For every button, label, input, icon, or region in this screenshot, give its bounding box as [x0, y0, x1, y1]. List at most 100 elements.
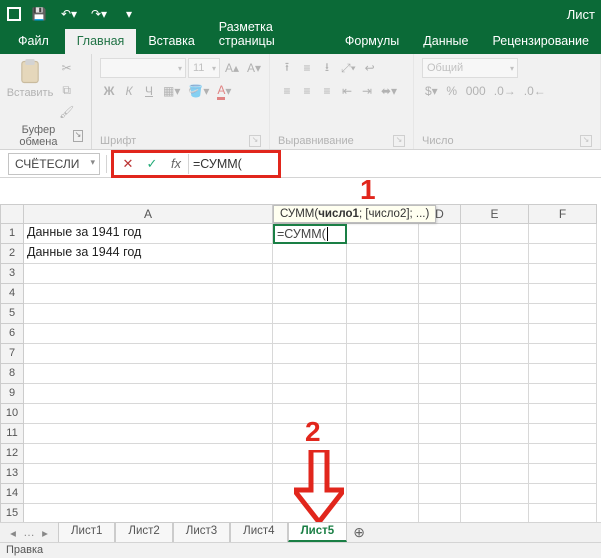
cell[interactable] [347, 504, 419, 522]
cell[interactable] [529, 224, 597, 244]
cell[interactable] [529, 464, 597, 484]
cell[interactable] [419, 444, 461, 464]
cell[interactable] [529, 504, 597, 522]
row-header[interactable]: 5 [0, 304, 24, 324]
cell[interactable] [347, 384, 419, 404]
cell[interactable] [273, 324, 347, 344]
cell[interactable] [347, 284, 419, 304]
cell[interactable] [347, 464, 419, 484]
sheet-tab[interactable]: Лист3 [173, 522, 230, 542]
tab-insert[interactable]: Вставка [136, 29, 206, 54]
col-header[interactable]: F [529, 204, 597, 224]
clipboard-launcher-icon[interactable]: ↘ [73, 130, 83, 142]
row-header[interactable]: 4 [0, 284, 24, 304]
sheet-nav-next-icon[interactable]: ▸ [38, 526, 52, 540]
cell[interactable] [419, 224, 461, 244]
cell[interactable] [419, 264, 461, 284]
cell[interactable] [461, 244, 529, 264]
row-header[interactable]: 9 [0, 384, 24, 404]
tab-review[interactable]: Рецензирование [480, 29, 601, 54]
cell[interactable] [529, 344, 597, 364]
row-header[interactable]: 6 [0, 324, 24, 344]
active-cell[interactable]: =СУММ( [273, 224, 347, 244]
row-header[interactable]: 1 [0, 224, 24, 244]
cell[interactable] [24, 304, 273, 324]
cell[interactable] [461, 304, 529, 324]
cell[interactable] [24, 424, 273, 444]
select-all-corner[interactable] [0, 204, 24, 224]
number-launcher-icon[interactable]: ↘ [580, 135, 592, 147]
cell[interactable] [273, 244, 347, 264]
cell[interactable] [24, 504, 273, 522]
cell[interactable] [273, 384, 347, 404]
tab-home[interactable]: Главная [65, 29, 137, 54]
cell[interactable] [347, 304, 419, 324]
tab-formulas[interactable]: Формулы [333, 29, 411, 54]
cell[interactable] [419, 284, 461, 304]
cell[interactable] [347, 244, 419, 264]
cell[interactable] [461, 224, 529, 244]
cell[interactable] [24, 284, 273, 304]
add-sheet-button[interactable]: ⊕ [347, 523, 371, 542]
cell[interactable] [24, 444, 273, 464]
cell[interactable] [419, 464, 461, 484]
redo-icon[interactable]: ↷▾ [88, 4, 110, 24]
tab-data[interactable]: Данные [411, 29, 480, 54]
cell[interactable] [419, 304, 461, 324]
row-header[interactable]: 12 [0, 444, 24, 464]
col-header[interactable]: A [24, 204, 273, 224]
cell[interactable] [461, 344, 529, 364]
cell[interactable] [347, 404, 419, 424]
cell[interactable] [347, 344, 419, 364]
sheet-nav-prev-icon[interactable]: … [22, 527, 36, 539]
cell[interactable] [461, 424, 529, 444]
enter-formula-button[interactable]: ✓ [140, 153, 164, 175]
row-header[interactable]: 3 [0, 264, 24, 284]
sheet-tab[interactable]: Лист1 [58, 522, 115, 542]
cell[interactable] [24, 484, 273, 504]
cell[interactable] [461, 364, 529, 384]
cell[interactable] [461, 264, 529, 284]
cell[interactable] [419, 364, 461, 384]
qat-customize-icon[interactable]: ▾ [118, 4, 140, 24]
cell[interactable] [273, 364, 347, 384]
name-box[interactable]: СЧЁТЕСЛИ [8, 153, 100, 175]
cell[interactable] [529, 384, 597, 404]
col-header[interactable]: E [461, 204, 529, 224]
cell[interactable] [347, 484, 419, 504]
sheet-nav-first-icon[interactable]: ◂ [6, 526, 20, 540]
cell[interactable] [24, 464, 273, 484]
cell[interactable] [419, 344, 461, 364]
cell[interactable] [419, 424, 461, 444]
font-launcher-icon[interactable]: ↘ [249, 135, 261, 147]
tab-page-layout[interactable]: Разметка страницы [207, 15, 333, 54]
cell[interactable] [24, 364, 273, 384]
cell[interactable] [529, 444, 597, 464]
cell[interactable] [529, 484, 597, 504]
undo-icon[interactable]: ↶▾ [58, 4, 80, 24]
cell[interactable] [347, 364, 419, 384]
row-header[interactable]: 11 [0, 424, 24, 444]
row-header[interactable]: 14 [0, 484, 24, 504]
cell[interactable] [347, 324, 419, 344]
cell[interactable] [273, 264, 347, 284]
sheet-tab[interactable]: Лист4 [230, 522, 287, 542]
cell[interactable] [419, 404, 461, 424]
cell[interactable] [461, 284, 529, 304]
row-header[interactable]: 2 [0, 244, 24, 264]
cell[interactable] [273, 344, 347, 364]
cell[interactable] [24, 404, 273, 424]
tab-file[interactable]: Файл [6, 29, 65, 54]
cell[interactable] [347, 444, 419, 464]
cell[interactable] [461, 504, 529, 522]
cell[interactable] [529, 284, 597, 304]
save-icon[interactable]: 💾 [28, 4, 50, 24]
cell[interactable] [529, 324, 597, 344]
cell[interactable]: Данные за 1941 год [24, 224, 273, 244]
cell[interactable] [419, 504, 461, 522]
sheet-tab[interactable]: Лист5 [288, 522, 348, 542]
row-header[interactable]: 7 [0, 344, 24, 364]
function-tooltip[interactable]: СУММ(число1; [число2]; ...) [273, 205, 436, 223]
cell[interactable] [461, 384, 529, 404]
row-header[interactable]: 15 [0, 504, 24, 522]
